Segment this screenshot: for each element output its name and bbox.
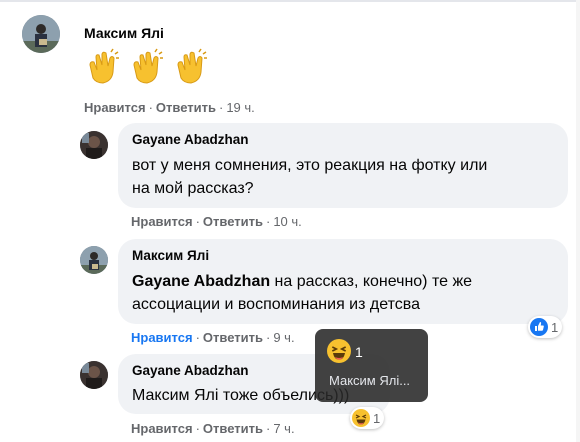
- like-button[interactable]: Нравится: [84, 100, 146, 115]
- reply-button[interactable]: Ответить: [203, 330, 263, 345]
- avatar[interactable]: [22, 15, 60, 53]
- haha-icon: [327, 339, 351, 363]
- comment-bubble: Максим Ялі Gayane Abadzhan на рассказ, к…: [118, 239, 568, 324]
- comment-actions: Нравится · Ответить · 19 ч.: [84, 100, 255, 115]
- avatar[interactable]: [80, 361, 108, 389]
- comment-author[interactable]: Максим Ялі: [84, 25, 164, 41]
- timestamp[interactable]: 9 ч.: [273, 330, 294, 345]
- comment-actions: Нравится · Ответить · 9 ч.: [131, 330, 295, 345]
- reaction-summary[interactable]: 1: [350, 407, 385, 429]
- reply-button[interactable]: Ответить: [156, 100, 216, 115]
- comment-author[interactable]: Gayane Abadzhan: [132, 363, 249, 378]
- timestamp[interactable]: 10 ч.: [273, 214, 301, 229]
- comment-author[interactable]: Максим Ялі: [132, 248, 209, 263]
- comment-bubble: Gayane Abadzhan вот у меня сомнения, это…: [118, 123, 568, 208]
- comment-text: вот у меня сомнения, это реакция на фотк…: [132, 157, 488, 197]
- mention-link[interactable]: Gayane Abadzhan: [132, 273, 270, 290]
- like-button[interactable]: Нравится: [131, 214, 193, 229]
- comment-text: Gayane Abadzhan на рассказ, конечно) те …: [132, 273, 473, 313]
- comment-author[interactable]: Gayane Abadzhan: [132, 132, 249, 147]
- like-button-active[interactable]: Нравится: [131, 330, 193, 345]
- avatar[interactable]: [80, 246, 108, 274]
- scroll-edge: [576, 0, 580, 442]
- timestamp[interactable]: 19 ч.: [226, 100, 254, 115]
- tooltip-count: 1: [355, 344, 363, 360]
- haha-icon: [352, 409, 370, 427]
- like-icon: [530, 318, 548, 336]
- clapping-hands-icon: [133, 48, 163, 84]
- timestamp[interactable]: 7 ч.: [273, 421, 294, 436]
- comment-actions: Нравится · Ответить · 7 ч.: [131, 421, 295, 436]
- reaction-tooltip: 1 Максим Ялі...: [315, 329, 428, 402]
- top-divider: [0, 0, 580, 2]
- clapping-hands-icon: [177, 48, 207, 84]
- reply-button[interactable]: Ответить: [203, 421, 263, 436]
- reaction-summary[interactable]: 1: [528, 316, 563, 338]
- comment-actions: Нравится · Ответить · 10 ч.: [131, 214, 302, 229]
- clapping-hands-icon: [89, 48, 119, 84]
- tooltip-name: Максим Ялі...: [329, 373, 411, 388]
- like-button[interactable]: Нравится: [131, 421, 193, 436]
- avatar[interactable]: [80, 131, 108, 159]
- reply-button[interactable]: Ответить: [203, 214, 263, 229]
